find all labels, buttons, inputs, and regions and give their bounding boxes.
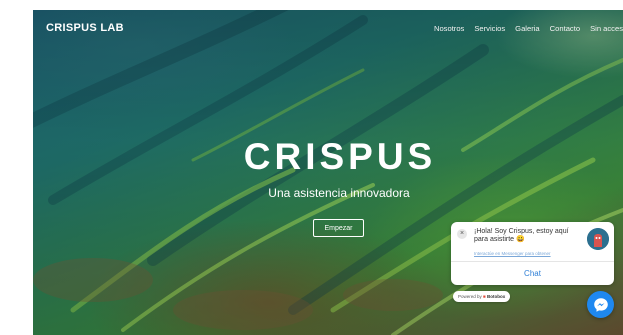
powered-brand: Botobox <box>487 294 506 299</box>
top-nav: Nosotros Servicios Galeria Contacto Sin … <box>424 24 623 33</box>
close-icon[interactable]: × <box>457 229 467 239</box>
nav-item-servicios[interactable]: Servicios <box>474 24 505 33</box>
hero-section: CRISPUS LAB Nosotros Servicios Galeria C… <box>33 10 623 335</box>
botobox-icon: ■ <box>483 294 486 299</box>
nav-item-galeria[interactable]: Galeria <box>515 24 539 33</box>
brand-logo[interactable]: CRISPUS LAB <box>46 22 124 34</box>
hero-subtitle: Una asistencia innovadora <box>268 186 410 200</box>
nav-item-nosotros[interactable]: Nosotros <box>434 24 464 33</box>
hero-title: CRISPUS <box>243 136 437 177</box>
nav-item-sin-acceso[interactable]: Sin acces <box>590 24 623 33</box>
chat-welcome-message: ¡Hola! Soy Crispus, estoy aquí para asis… <box>474 228 569 243</box>
chat-button[interactable]: Chat <box>451 262 614 285</box>
powered-prefix: Powered by <box>458 294 482 299</box>
chat-widget: × ¡Hola! Soy Crispus, estoy aquí para as… <box>451 222 614 285</box>
bot-avatar <box>587 228 609 250</box>
messenger-link[interactable]: Interactúe en Messenger para obtener <box>474 251 586 256</box>
powered-by-badge[interactable]: Powered by ■ Botobox <box>453 291 511 302</box>
empezar-button[interactable]: Empezar <box>313 219 364 237</box>
nav-item-contacto[interactable]: Contacto <box>550 24 580 33</box>
messenger-icon[interactable] <box>587 291 614 318</box>
